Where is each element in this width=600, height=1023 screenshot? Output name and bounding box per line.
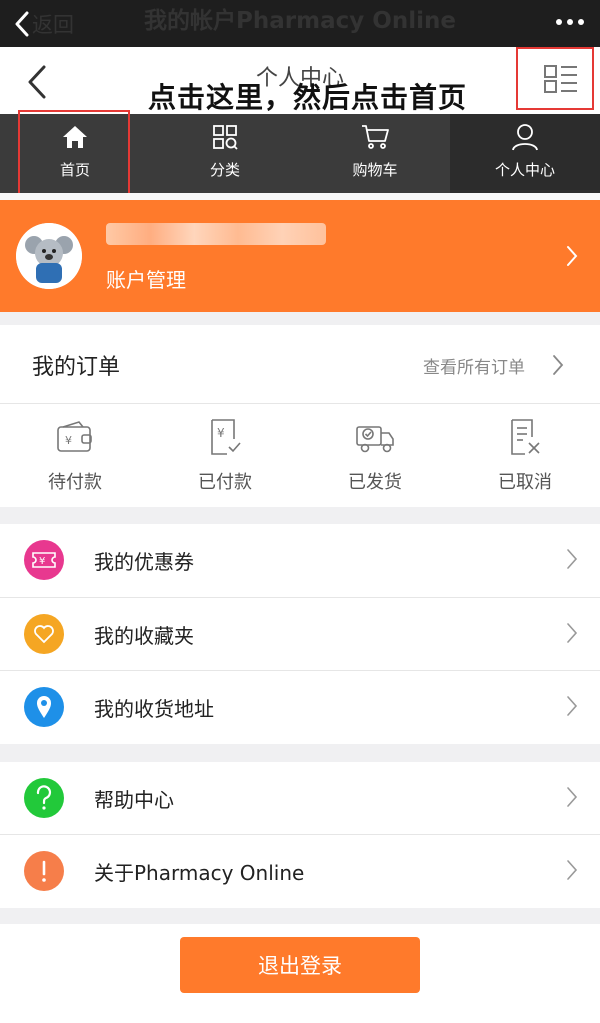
- chevron-right-icon: [566, 245, 578, 267]
- order-status-label: 已发货: [348, 472, 402, 493]
- order-status-label: 已付款: [198, 472, 252, 493]
- address-item[interactable]: 我的收货地址: [0, 671, 600, 743]
- nav-item-user-center[interactable]: 个人中心: [450, 114, 600, 193]
- avatar[interactable]: [16, 223, 82, 289]
- help-center-item[interactable]: 帮助中心: [0, 762, 600, 834]
- chevron-right-icon: [566, 859, 578, 881]
- dot-icon: [556, 19, 562, 25]
- nav-label: 分类: [209, 161, 240, 179]
- wechat-title-bar: [0, 0, 600, 47]
- coupon-icon: ¥: [24, 540, 64, 580]
- instruction-annotation: 点击这里，然后点击首页: [148, 81, 468, 114]
- more-options-button[interactable]: [556, 0, 584, 44]
- highlight-box-menu: [516, 47, 594, 110]
- highlight-box-home: [18, 110, 130, 197]
- wechat-back-button[interactable]: 返回: [14, 0, 74, 47]
- chevron-right-icon: [552, 354, 564, 376]
- spacer: [0, 193, 600, 200]
- user-icon: [511, 123, 539, 151]
- heart-icon: [24, 614, 64, 654]
- nav-label: 个人中心: [494, 161, 555, 179]
- divider: [0, 403, 600, 404]
- nav-item-category[interactable]: 分类: [150, 114, 300, 193]
- location-pin-icon: [24, 687, 64, 727]
- favorites-item[interactable]: 我的收藏夹: [0, 598, 600, 670]
- chevron-right-icon: [566, 548, 578, 570]
- menu-label: 帮助中心: [94, 787, 174, 812]
- order-status-paid[interactable]: ¥ 已付款: [150, 416, 300, 498]
- wallet-icon: ¥: [55, 416, 95, 458]
- view-all-orders-link[interactable]: 查看所有订单: [423, 353, 525, 378]
- nav-item-cart[interactable]: 购物车: [300, 114, 450, 193]
- question-icon: [24, 778, 64, 818]
- orders-title: 我的订单: [32, 355, 121, 380]
- order-status-cancelled[interactable]: 已取消: [450, 416, 600, 498]
- dot-icon: [578, 19, 584, 25]
- chevron-right-icon: [566, 622, 578, 644]
- cancelled-receipt-icon: [507, 416, 543, 458]
- order-status-pending-payment[interactable]: ¥ 待付款: [0, 416, 150, 498]
- dot-icon: [567, 19, 573, 25]
- coupons-item[interactable]: ¥ 我的优惠券: [0, 524, 600, 596]
- menu-label: 我的优惠券: [94, 549, 194, 574]
- truck-icon: [354, 416, 396, 458]
- menu-label: 我的收藏夹: [94, 623, 194, 648]
- cart-icon: [360, 123, 390, 151]
- nav-label: 购物车: [352, 161, 398, 179]
- chevron-left-icon: [14, 11, 30, 37]
- about-item[interactable]: 关于Pharmacy Online: [0, 835, 600, 907]
- account-management-label: 账户管理: [106, 268, 186, 292]
- logout-button[interactable]: 退出登录: [180, 937, 420, 993]
- svg-text:¥: ¥: [39, 556, 45, 567]
- menu-label: 关于Pharmacy Online: [94, 860, 305, 885]
- order-status-label: 待付款: [48, 472, 102, 493]
- order-status-shipped[interactable]: 已发货: [300, 416, 450, 498]
- blurred-username: [106, 223, 326, 245]
- account-management-banner[interactable]: [0, 200, 600, 312]
- order-status-label: 已取消: [498, 472, 552, 493]
- svg-text:¥: ¥: [65, 434, 72, 447]
- category-icon: [212, 123, 238, 151]
- menu-label: 我的收货地址: [94, 696, 214, 721]
- chevron-right-icon: [566, 695, 578, 717]
- exclamation-icon: [24, 851, 64, 891]
- svg-text:¥: ¥: [217, 426, 225, 440]
- wechat-back-label: 返回: [32, 12, 74, 37]
- chevron-right-icon: [566, 786, 578, 808]
- paid-receipt-icon: ¥: [207, 416, 243, 458]
